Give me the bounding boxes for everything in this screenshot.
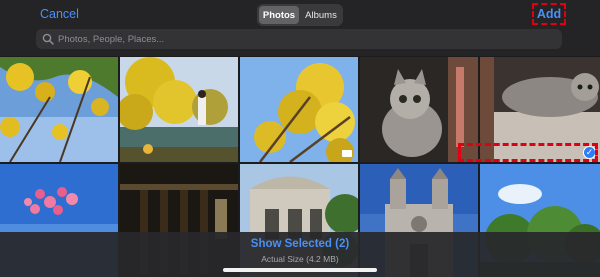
photo-image xyxy=(480,57,600,162)
video-icon xyxy=(342,150,352,157)
search-input[interactable] xyxy=(58,33,538,45)
photo-thumbnail[interactable] xyxy=(120,57,238,162)
add-button[interactable]: Add xyxy=(532,3,566,25)
photo-thumbnail[interactable] xyxy=(240,57,358,162)
photo-image xyxy=(120,57,238,162)
photo-image xyxy=(240,57,358,162)
photo-thumbnail[interactable]: ✓ xyxy=(480,57,600,162)
cancel-button[interactable]: Cancel xyxy=(40,7,79,21)
selected-checkmark-icon: ✓ xyxy=(583,146,596,159)
photo-thumbnail[interactable] xyxy=(0,57,118,162)
home-indicator xyxy=(223,268,377,272)
photo-image xyxy=(0,57,118,162)
bottom-toolbar: Show Selected (2) Actual Size (4.2 MB) xyxy=(0,232,600,277)
photos-albums-segmented-control: Photos Albums xyxy=(257,4,343,26)
photo-thumbnail[interactable] xyxy=(360,57,478,162)
tab-photos[interactable]: Photos xyxy=(259,6,299,24)
show-selected-button[interactable]: Show Selected (2) xyxy=(0,238,600,250)
tab-albums[interactable]: Albums xyxy=(301,6,341,24)
search-icon xyxy=(42,33,54,45)
photo-image xyxy=(360,57,478,162)
actual-size-label: Actual Size (4.2 MB) xyxy=(261,254,339,264)
search-bar[interactable] xyxy=(36,29,562,49)
navigation-bar: Cancel Photos Albums Add xyxy=(0,0,600,30)
